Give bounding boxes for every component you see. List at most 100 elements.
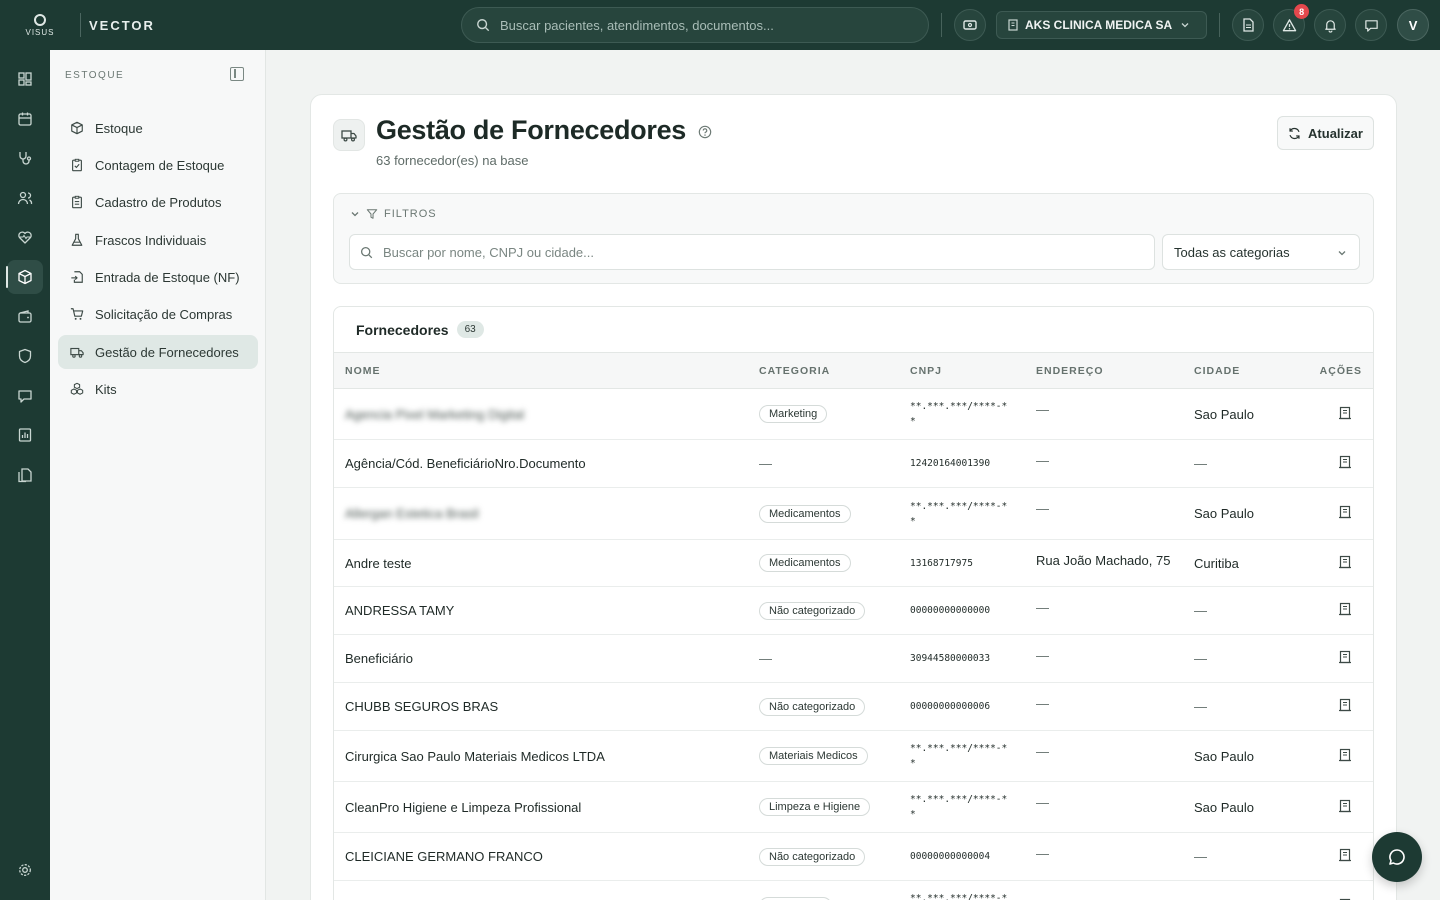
building-icon[interactable]: [1338, 799, 1352, 813]
logo-text: VISUS: [25, 27, 55, 37]
alerts-button[interactable]: 8: [1273, 4, 1310, 41]
building-icon[interactable]: [1338, 455, 1352, 469]
column-nome[interactable]: NOME: [334, 353, 759, 389]
sidebar-item-cadastro[interactable]: Cadastro de Produtos: [58, 185, 258, 219]
clinic-selector[interactable]: AKS CLINICA MEDICA SA: [996, 11, 1208, 39]
supplier-city: Curitiba: [1194, 555, 1239, 571]
report-icon: [18, 428, 32, 442]
column-acoes: AÇÕES: [1319, 364, 1362, 377]
supplier-address: —: [1036, 453, 1049, 468]
column-cidade[interactable]: CIDADE: [1194, 353, 1304, 389]
visus-logo[interactable]: VISUS: [0, 0, 80, 50]
supplier-address: —: [1036, 795, 1049, 810]
building-icon[interactable]: [1338, 602, 1352, 616]
rail-dashboard[interactable]: [7, 62, 43, 96]
table-row[interactable]: Andre teste Medicamentos 13168717975 Rua Jo…: [334, 539, 1373, 587]
column-categoria[interactable]: CATEGORIA: [759, 353, 910, 389]
sidebar-item-contagem[interactable]: Contagem de Estoque: [58, 148, 258, 182]
supplier-address: —: [1036, 600, 1049, 615]
rail-reports[interactable]: [7, 418, 43, 452]
clinic-name: AKS CLINICA MEDICA SA: [1025, 18, 1173, 32]
building-icon[interactable]: [1338, 555, 1352, 569]
user-avatar[interactable]: V: [1397, 9, 1430, 41]
inventory-sidebar: ESTOQUE Estoque Contagem de Estoque Cada…: [50, 50, 266, 900]
documents-button[interactable]: [1232, 9, 1265, 41]
sidebar-item-solicitacao[interactable]: Solicitação de Compras: [58, 297, 258, 331]
building-icon[interactable]: [1338, 698, 1352, 712]
filters-label: FILTROS: [384, 208, 437, 220]
building-icon[interactable]: [1338, 650, 1352, 664]
page-title: Gestão de Fornecedores: [376, 115, 687, 145]
supplier-name: CHUBB SEGUROS BRAS: [345, 699, 499, 714]
table-row[interactable]: Cirurgica Sao Paulo Materiais Medicos LT…: [334, 730, 1373, 782]
chevron-down-icon: [1338, 251, 1346, 256]
rail-finance[interactable]: [7, 300, 43, 334]
clipboard-check-icon: [72, 158, 82, 172]
suppliers-card: Gestão de Fornecedores 63 fornecedor(es)…: [310, 94, 1397, 900]
building-icon: [1008, 19, 1018, 31]
table-row[interactable]: Beneficiário — 30944580000033 — —: [334, 634, 1373, 683]
table-row[interactable]: Conta Azul Software de GestaoTecnologia*…: [334, 880, 1373, 900]
rail-documents[interactable]: [7, 458, 43, 492]
rail-clinical[interactable]: [7, 141, 43, 175]
page-subtitle: 63 fornecedor(es) na base: [376, 153, 529, 168]
global-search-input[interactable]: Buscar pacientes, atendimentos, document…: [461, 7, 929, 43]
table-row[interactable]: Agencia Pixel Marketing Digital Marketing…: [334, 388, 1373, 440]
notifications-button[interactable]: [1314, 9, 1347, 41]
rail-messages[interactable]: [7, 379, 43, 413]
rail-patients[interactable]: [7, 181, 43, 215]
boxes-icon: [70, 382, 84, 395]
table-row[interactable]: Agência/Cód. BeneficiárioNro.Documento — 1…: [334, 439, 1373, 488]
box-icon: [18, 269, 32, 285]
sidebar-item-label: Cadastro de Produtos: [95, 194, 222, 210]
ticket-button[interactable]: [954, 9, 986, 41]
rail-inventory[interactable]: [6, 260, 43, 294]
collapse-sidebar-icon[interactable]: [230, 67, 244, 81]
top-bar: VISUS VECTOR Buscar pacientes, atendimen…: [0, 0, 1440, 50]
supplier-name: Beneficiário: [345, 651, 413, 666]
rail-calendar[interactable]: [7, 102, 43, 136]
table-row[interactable]: CleanPro Higiene e Limpeza Profissional L…: [334, 781, 1373, 833]
table-row[interactable]: Allergan Estetica Brasil Medicamentos **.*…: [334, 487, 1373, 540]
sidebar-item-label: Gestão de Fornecedores: [95, 344, 239, 360]
refresh-button[interactable]: Atualizar: [1277, 116, 1374, 150]
brand-name: VECTOR: [89, 17, 155, 33]
sidebar-item-kits[interactable]: Kits: [58, 372, 258, 406]
logo-mark-icon: [34, 13, 46, 26]
category-empty: —: [759, 651, 772, 666]
supplier-cnpj: 12420164001390: [910, 458, 991, 469]
help-icon[interactable]: [698, 125, 712, 139]
table-row[interactable]: CLEICIANE GERMANO FRANCO Não categorizado…: [334, 832, 1373, 881]
sidebar-title: ESTOQUE: [65, 70, 125, 81]
table-row[interactable]: CHUBB SEGUROS BRAS Não categorizado 000000…: [334, 682, 1373, 731]
rail-health[interactable]: [7, 220, 43, 254]
building-icon[interactable]: [1338, 406, 1352, 420]
table-head-row: NOME CATEGORIA CNPJ ENDEREÇO CIDADE AÇÕE…: [334, 352, 1373, 389]
supplier-search-input[interactable]: Buscar por nome, CNPJ ou cidade...: [349, 234, 1155, 270]
sidebar-item-entrada-nf[interactable]: Entrada de Estoque (NF): [58, 260, 258, 294]
column-cnpj[interactable]: CNPJ: [910, 353, 1036, 389]
refresh-button-label: Atualizar: [1308, 125, 1363, 141]
supplier-address: —: [1036, 696, 1049, 711]
messages-button[interactable]: [1355, 9, 1388, 41]
supplier-name: ANDRESSA TAMY: [345, 603, 455, 618]
supplier-cnpj: 13168717975: [910, 557, 973, 569]
supplier-name: CleanPro Higiene e Limpeza Profissional: [345, 799, 582, 815]
calendar-icon: [18, 112, 32, 126]
sidebar-item-label: Frascos Individuais: [95, 232, 207, 248]
topbar-divider: [941, 13, 942, 37]
filters-toggle[interactable]: FILTROS: [350, 208, 437, 220]
sidebar-item-fornecedores[interactable]: Gestão de Fornecedores: [58, 335, 258, 369]
table-row[interactable]: ANDRESSA TAMY Não categorizado 00000000000…: [334, 586, 1373, 635]
rail-security[interactable]: [7, 339, 43, 373]
building-icon[interactable]: [1338, 748, 1352, 762]
sidebar-item-estoque[interactable]: Estoque: [58, 111, 258, 145]
rail-settings[interactable]: [7, 853, 43, 887]
bell-icon: [1324, 19, 1336, 33]
category-select[interactable]: Todas as categorias: [1162, 234, 1360, 270]
building-icon[interactable]: [1338, 505, 1352, 519]
building-icon[interactable]: [1338, 848, 1352, 862]
sidebar-item-frascos[interactable]: Frascos Individuais: [58, 223, 258, 257]
column-endereco[interactable]: ENDEREÇO: [1036, 353, 1194, 389]
support-chat-button[interactable]: [1372, 832, 1422, 882]
